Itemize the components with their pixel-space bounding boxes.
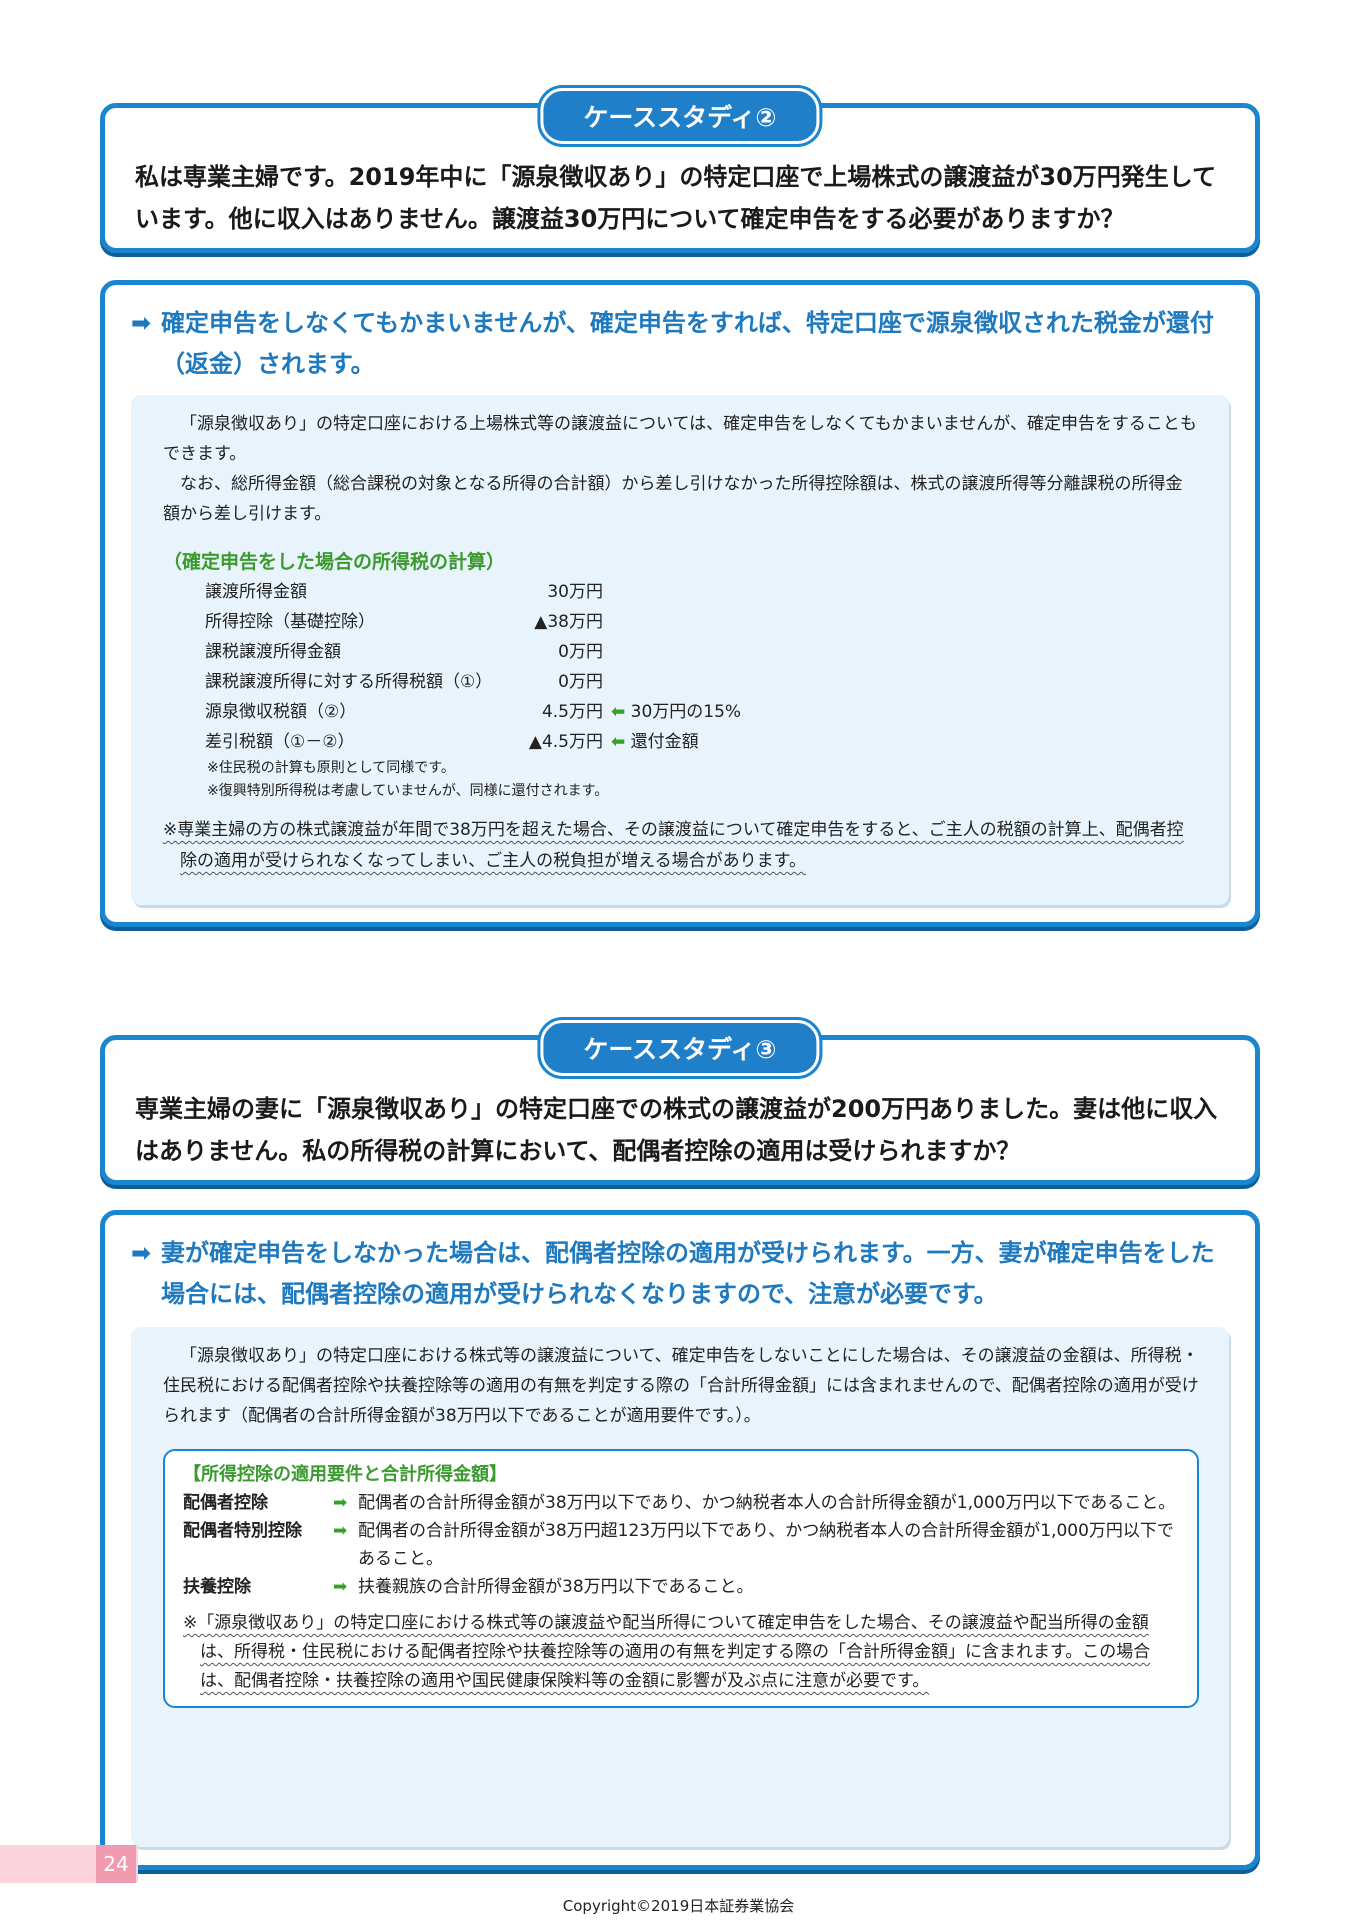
calc-table: 譲渡所得金額 30万円 所得控除（基礎控除） ▲38万円 課税譲渡所得金額 0万… — [163, 577, 1199, 757]
right-arrow-icon: ➡ — [131, 1239, 152, 1267]
case2-para2: なお、総所得金額（総合課税の対象となる所得の合計額）から差し引けなかった所得控除… — [163, 474, 1183, 524]
case2-answer-box: ➡ 確定申告をしなくてもかまいませんが、確定申告をすれば、特定口座で源泉徴収され… — [100, 280, 1260, 927]
case2-answer-text: 確定申告をしなくてもかまいませんが、確定申告をすれば、特定口座で源泉徴収された税… — [161, 309, 1214, 378]
right-arrow-icon: ➡ — [333, 1493, 348, 1513]
right-arrow-icon: ➡ — [333, 1521, 348, 1541]
requirement-row: 扶養控除 ➡ 扶養親族の合計所得金額が38万円以下であること。 — [183, 1573, 1179, 1601]
case3-answer-text: 妻が確定申告をしなかった場合は、配偶者控除の適用が受けられます。一方、妻が確定申… — [161, 1239, 1215, 1308]
calc-row: 差引税額（①－②） ▲4.5万円 ⬅ 還付金額 — [205, 732, 699, 752]
case3-para1: 「源泉徴収あり」の特定口座における株式等の譲渡益について、確定申告をしないことに… — [163, 1346, 1199, 1426]
calc-row: 課税譲渡所得金額 0万円 — [205, 642, 603, 662]
calc-row: 所得控除（基礎控除） ▲38万円 — [205, 612, 603, 632]
calc-row: 源泉徴収税額（②） 4.5万円 ⬅ 30万円の15% — [205, 702, 742, 722]
right-arrow-icon: ➡ — [333, 1577, 348, 1597]
small-note: ※復興特別所得税は考慮していませんが、同様に還付されます。 — [207, 783, 609, 799]
requirements-title: 【所得控除の適用要件と合計所得金額】 — [183, 1464, 507, 1485]
calc-row: 譲渡所得金額 30万円 — [205, 582, 603, 602]
case3-question: 専業主婦の妻に「源泉徴収あり」の特定口座での株式の譲渡益が200万円ありました。… — [135, 1095, 1218, 1165]
case3-answer-box: ➡ 妻が確定申告をしなかった場合は、配偶者控除の適用が受けられます。一方、妻が確… — [100, 1210, 1260, 1870]
case3-explanation: 「源泉徴収あり」の特定口座における株式等の譲渡益について、確定申告をしないことに… — [131, 1327, 1229, 1847]
left-arrow-icon: ⬅ — [611, 702, 626, 722]
case2-caution: ※専業主婦の方の株式譲渡益が年間で38万円を超えた場合、その譲渡益について確定申… — [163, 820, 1184, 871]
copyright: Copyright©2019日本証券業協会 — [562, 1897, 795, 1915]
requirement-row: 配偶者控除 ➡ 配偶者の合計所得金額が38万円以下であり、かつ納税者本人の合計所… — [183, 1489, 1179, 1517]
case3-answer: ➡ 妻が確定申告をしなかった場合は、配偶者控除の適用が受けられます。一方、妻が確… — [131, 1233, 1229, 1315]
page-number-tab: 24 — [0, 1845, 138, 1883]
page-number: 24 — [96, 1845, 136, 1883]
left-arrow-icon: ⬅ — [611, 732, 626, 752]
calc-row: 課税譲渡所得に対する所得税額（①） 0万円 — [205, 672, 603, 692]
case2-answer: ➡ 確定申告をしなくてもかまいませんが、確定申告をすれば、特定口座で源泉徴収され… — [131, 303, 1229, 385]
requirement-row: 配偶者特別控除 ➡ 配偶者の合計所得金額が38万円超123万円以下であり、かつ納… — [183, 1517, 1179, 1573]
case3-caution: ※「源泉徴収あり」の特定口座における株式等の譲渡益や配当所得について確定申告をし… — [183, 1613, 1151, 1691]
case2-para1: 「源泉徴収あり」の特定口座における上場株式等の譲渡益については、確定申告をしなく… — [163, 414, 1197, 464]
requirements-box: 【所得控除の適用要件と合計所得金額】 配偶者控除 ➡ 配偶者の合計所得金額が38… — [163, 1449, 1199, 1708]
case2-question-box: ケーススタディ② 私は専業主婦です。2019年中に「源泉徴収あり」の特定口座で上… — [100, 88, 1260, 253]
case2-question: 私は専業主婦です。2019年中に「源泉徴収あり」の特定口座で上場株式の譲渡益が3… — [135, 163, 1217, 233]
calc-title: （確定申告をした場合の所得税の計算） — [163, 551, 506, 573]
small-note: ※住民税の計算も原則として同様です。 — [207, 760, 455, 776]
right-arrow-icon: ➡ — [131, 309, 152, 337]
case3-tag: ケーススタディ③ — [540, 1020, 820, 1076]
case2-tag: ケーススタディ② — [540, 88, 820, 144]
case2-explanation: 「源泉徴収あり」の特定口座における上場株式等の譲渡益については、確定申告をしなく… — [131, 395, 1229, 905]
case3-question-box: ケーススタディ③ 専業主婦の妻に「源泉徴収あり」の特定口座での株式の譲渡益が20… — [100, 1020, 1260, 1185]
